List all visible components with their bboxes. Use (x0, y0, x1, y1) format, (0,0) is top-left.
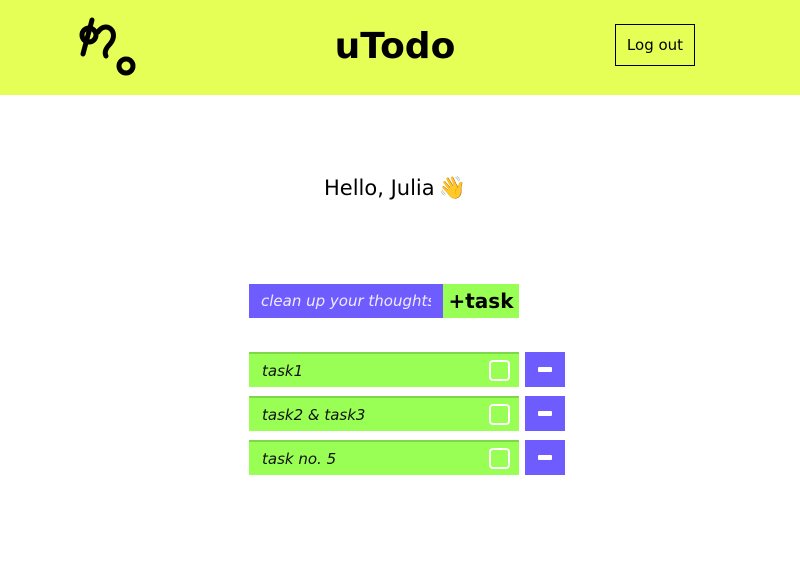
greeting-text: Hello, Julia (323, 176, 435, 200)
task-item[interactable]: task no. 5 (249, 440, 519, 475)
task-checkbox[interactable] (489, 360, 510, 381)
task-row: task1 (249, 352, 565, 387)
task-list: task1 task2 & task3 task no. 5 (249, 352, 565, 484)
new-task-input[interactable] (249, 284, 443, 318)
task-checkbox[interactable] (489, 404, 510, 425)
task-item[interactable]: task2 & task3 (249, 396, 519, 431)
greeting: Hello, Julia 👋 (0, 172, 790, 205)
task-item[interactable]: task1 (249, 352, 519, 387)
remove-task-button[interactable] (525, 440, 565, 475)
remove-task-button[interactable] (525, 352, 565, 387)
app-header: uTodo Log out (0, 0, 800, 95)
add-task-button[interactable]: +task (443, 284, 519, 318)
task-label: task1 (262, 361, 304, 380)
remove-task-button[interactable] (525, 396, 565, 431)
waving-hand-icon: 👋 (438, 176, 467, 201)
task-row: task2 & task3 (249, 396, 565, 431)
logout-button[interactable]: Log out (615, 24, 695, 66)
task-label: task no. 5 (262, 449, 337, 468)
minus-icon (538, 455, 552, 460)
minus-icon (538, 411, 552, 416)
minus-icon (538, 367, 552, 372)
task-checkbox[interactable] (489, 448, 510, 469)
add-task-form: +task (249, 284, 519, 318)
task-label: task2 & task3 (262, 405, 366, 424)
task-row: task no. 5 (249, 440, 565, 475)
